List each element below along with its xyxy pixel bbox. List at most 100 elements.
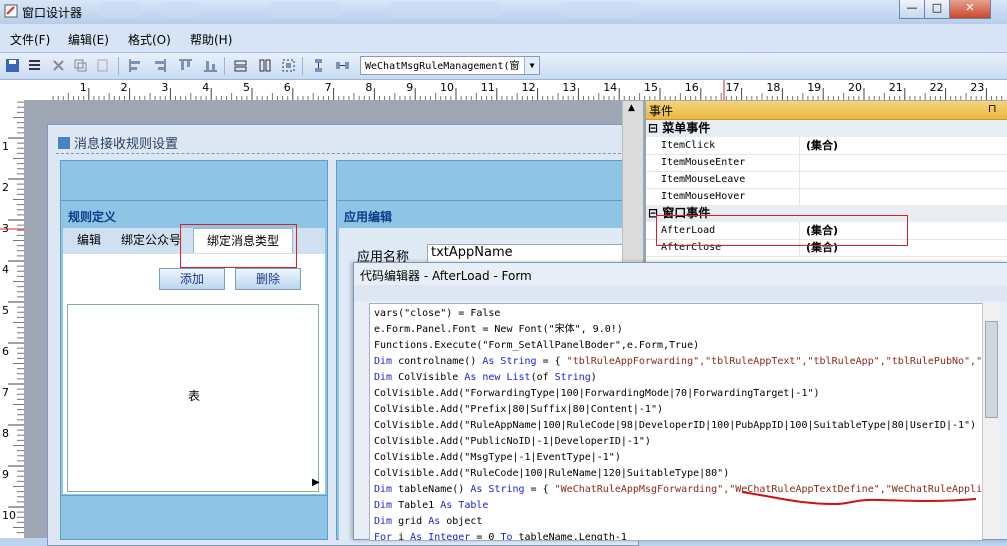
code-line[interactable]: vars("close") = False: [374, 306, 500, 322]
align-left-icon[interactable]: [127, 57, 144, 74]
app-name-input[interactable]: txtAppName: [427, 244, 627, 264]
form-selector-dropdown[interactable]: WeChatMsgRuleManagement(窗 ▼: [360, 56, 540, 75]
event-value[interactable]: (集合): [806, 137, 838, 154]
pin-icon[interactable]: ⊓: [988, 102, 997, 115]
delete-icon[interactable]: [50, 57, 67, 74]
code-keyword: As Integer: [410, 532, 471, 541]
event-name: ItemMouseHover: [661, 191, 746, 202]
vertical-spacing-icon[interactable]: [310, 57, 327, 74]
same-height-icon[interactable]: [256, 57, 273, 74]
form-selector-value: WeChatMsgRuleManagement(窗: [365, 61, 520, 72]
code-text: Table1: [392, 500, 441, 511]
paste-icon[interactable]: [94, 57, 111, 74]
same-width-icon[interactable]: [232, 57, 249, 74]
window-title: 窗口设计器: [22, 6, 83, 20]
code-line[interactable]: ColVisible.Add("MsgType|-1|EventType|-1"…: [374, 450, 621, 466]
code-text: i: [392, 532, 411, 541]
ruler-label: 14: [603, 81, 617, 94]
code-line[interactable]: e.Form.Panel.Font = New Font("宋体", 9.0!): [374, 322, 623, 338]
data-table[interactable]: 表 ▶: [67, 304, 320, 492]
ruler-label: 15: [644, 81, 658, 94]
delete-button[interactable]: 删除: [235, 268, 301, 290]
event-category-label: 菜单事件: [662, 121, 711, 135]
minimize-button[interactable]: —: [899, 0, 925, 19]
code-text: = {: [524, 484, 555, 495]
properties-icon[interactable]: [26, 57, 43, 74]
ruler-label: 9: [2, 468, 9, 481]
code-line[interactable]: Dim Table1 As Table: [374, 498, 488, 514]
code-line[interactable]: ColVisible.Add("Prefix|80|Suffix|80|Cont…: [374, 402, 663, 418]
table-scroll-arrow-icon[interactable]: ▶: [312, 477, 320, 488]
ruler-label: 13: [562, 81, 576, 94]
code-line[interactable]: ColVisible.Add("PublicNoID|-1|DeveloperI…: [374, 434, 651, 450]
code-line[interactable]: Dim grid As object: [374, 514, 482, 530]
ruler-ticks: 1234567891011: [0, 101, 24, 534]
grid-divider: [799, 137, 800, 154]
code-text: ColVisible.Add("PublicNoID|-1|DeveloperI…: [374, 436, 651, 447]
ruler-label: 4: [202, 81, 209, 94]
collapse-icon[interactable]: ⊟: [648, 121, 662, 135]
code-text: e.Form.Panel.Font = New Font("宋体", 9.0!): [374, 324, 623, 335]
ruler-label: 16: [685, 81, 699, 94]
form-title: 消息接收规则设置: [58, 133, 178, 152]
app-icon: [4, 4, 18, 18]
toolbar-separator: [302, 57, 303, 75]
code-line[interactable]: ColVisible.Add("RuleAppName|100|RuleCode…: [374, 418, 976, 434]
form-title-text: 消息接收规则设置: [74, 137, 179, 152]
vertical-ruler: 1234567891011: [0, 100, 25, 538]
event-category[interactable]: ⊟ 菜单事件: [646, 120, 1007, 137]
grid-divider: [799, 188, 800, 205]
copy-icon[interactable]: [72, 57, 89, 74]
horizontal-spacing-icon[interactable]: [334, 57, 351, 74]
code-text: vars("close") = False: [374, 308, 501, 319]
same-size-icon[interactable]: [280, 57, 297, 74]
menu-file[interactable]: 文件(F): [10, 31, 50, 48]
code-line[interactable]: Functions.Execute("Form_SetAllPanelBoder…: [374, 338, 699, 354]
code-text: ColVisible.Add("Prefix|80|Suffix|80|Cont…: [374, 404, 663, 415]
ruler-label: 3: [161, 81, 168, 94]
menu-edit[interactable]: 编辑(E): [68, 31, 109, 48]
close-button[interactable]: ✕: [949, 0, 991, 19]
chevron-down-icon[interactable]: ▼: [524, 57, 539, 74]
toolbar-separator: [224, 57, 225, 75]
ruler-label: 1: [80, 81, 87, 94]
event-row-itemmouseenter[interactable]: ItemMouseEnter: [646, 154, 1007, 172]
code-line[interactable]: Dim controlname() As String = { "tblRule…: [374, 354, 982, 370]
ghost-toolbar: [270, 2, 340, 18]
ghost-toolbar: [560, 2, 640, 18]
align-bottom-icon[interactable]: [202, 57, 219, 74]
code-text: tableName.Length-1: [512, 532, 627, 541]
code-vertical-scrollbar[interactable]: [982, 303, 999, 539]
code-line[interactable]: ColVisible.Add("RuleCode|100|RuleName|12…: [374, 466, 729, 482]
ruler-label: 8: [2, 427, 9, 440]
tab-bind-official-account[interactable]: 绑定公众号: [115, 228, 187, 252]
menu-format[interactable]: 格式(O): [128, 31, 171, 48]
horizontal-ruler: 123456789101112131415161718192021222324: [0, 80, 1007, 101]
align-right-icon[interactable]: [151, 57, 168, 74]
code-line[interactable]: For i As Integer = 0 To tableName.Length…: [374, 530, 627, 541]
event-row-itemclick[interactable]: ItemClick (集合): [646, 137, 1007, 155]
code-keyword: As new: [464, 372, 501, 383]
code-line[interactable]: ColVisible.Add("ForwardingType|100|Forwa…: [374, 386, 820, 402]
event-row-itemmouseleave[interactable]: ItemMouseLeave: [646, 171, 1007, 189]
code-keyword: As Table: [440, 500, 489, 511]
align-top-icon[interactable]: [177, 57, 194, 74]
scroll-thumb[interactable]: [985, 321, 998, 418]
add-button[interactable]: 添加: [159, 268, 225, 290]
menu-bar: 文件(F) 编辑(E) 格式(O) 帮助(H): [0, 24, 1007, 53]
form-icon: [58, 137, 70, 149]
canvas-scrollbar[interactable]: ▲: [622, 101, 643, 266]
ruler-label: 17: [726, 81, 740, 94]
code-line[interactable]: Dim ColVisible As new List(of String): [374, 370, 597, 386]
code-text: ColVisible.Add("ForwardingType|100|Forwa…: [374, 388, 820, 399]
tab-edit[interactable]: 编辑: [69, 228, 109, 252]
save-icon[interactable]: [4, 57, 21, 74]
ghost-toolbar: [100, 2, 140, 18]
menu-help[interactable]: 帮助(H): [190, 31, 232, 48]
code-keyword: As: [428, 516, 441, 527]
event-row-itemmousehover[interactable]: ItemMouseHover: [646, 188, 1007, 206]
ruler-label: 7: [325, 81, 332, 94]
maximize-button[interactable]: □: [924, 0, 950, 19]
scroll-up-icon[interactable]: ▲: [628, 103, 635, 113]
code-text: ColVisible.Add("RuleAppName|100|RuleCode…: [374, 420, 977, 431]
